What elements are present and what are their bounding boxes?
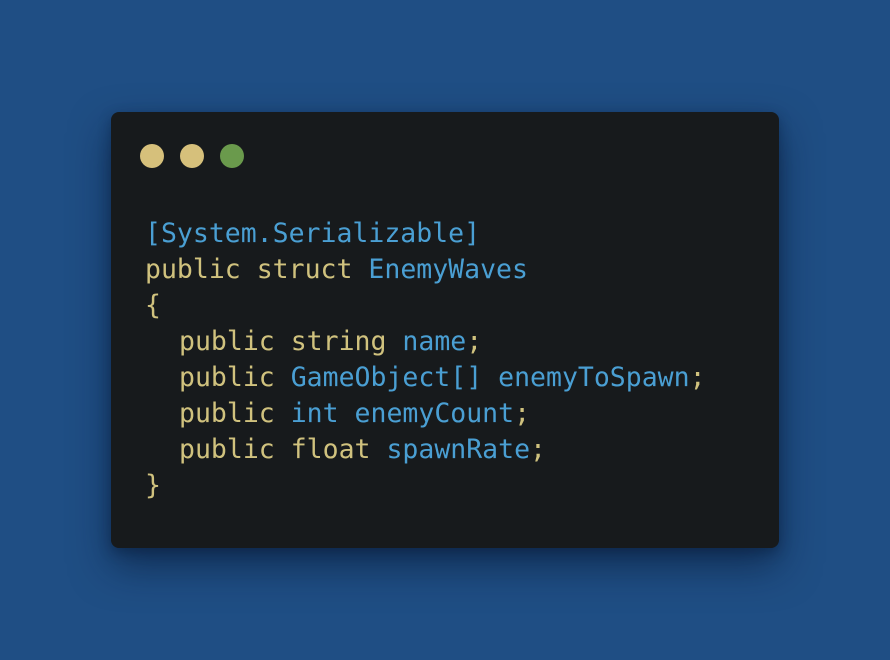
- field-modifier: public: [179, 362, 275, 393]
- code-line-attribute: [System.Serializable]: [145, 216, 706, 252]
- field-type: float: [290, 434, 371, 465]
- field-terminator: ;: [514, 398, 531, 429]
- struct-name: EnemyWaves: [368, 254, 528, 285]
- code-line-field: public string name;: [145, 324, 706, 360]
- window-dot-3-icon[interactable]: [220, 144, 244, 168]
- code-line-open-brace: {: [145, 288, 706, 324]
- field-modifier: public: [179, 326, 275, 357]
- field-terminator: ;: [466, 326, 483, 357]
- window-dot-2-icon[interactable]: [180, 144, 204, 168]
- close-brace: }: [145, 470, 161, 501]
- code-line-field: public float spawnRate;: [145, 432, 706, 468]
- field-type: string: [290, 326, 387, 357]
- code-line-field: public GameObject[] enemyToSpawn;: [145, 360, 706, 396]
- field-modifier: public: [179, 434, 275, 465]
- code-window: [System.Serializable] public struct Enemy…: [111, 112, 779, 548]
- field-name: spawnRate: [386, 434, 531, 465]
- field-name: enemyCount: [354, 398, 515, 429]
- code-line-close-brace: }: [145, 468, 706, 504]
- code-block: [System.Serializable] public struct Enemy…: [145, 216, 706, 504]
- field-modifier: public: [179, 398, 275, 429]
- declaration-keyword: struct: [256, 254, 353, 285]
- window-dot-1-icon[interactable]: [140, 144, 164, 168]
- field-name: enemyToSpawn: [498, 362, 690, 393]
- field-type: GameObject[]: [290, 362, 483, 393]
- code-line-field: public int enemyCount;: [145, 396, 706, 432]
- attribute-token: [System.Serializable]: [145, 218, 481, 249]
- field-type: int: [290, 398, 339, 429]
- field-name: name: [402, 326, 467, 357]
- field-terminator: ;: [530, 434, 547, 465]
- open-brace: {: [145, 290, 161, 321]
- declaration-modifier: public: [145, 254, 241, 285]
- field-terminator: ;: [689, 362, 706, 393]
- code-line-declaration: public struct EnemyWaves: [145, 252, 706, 288]
